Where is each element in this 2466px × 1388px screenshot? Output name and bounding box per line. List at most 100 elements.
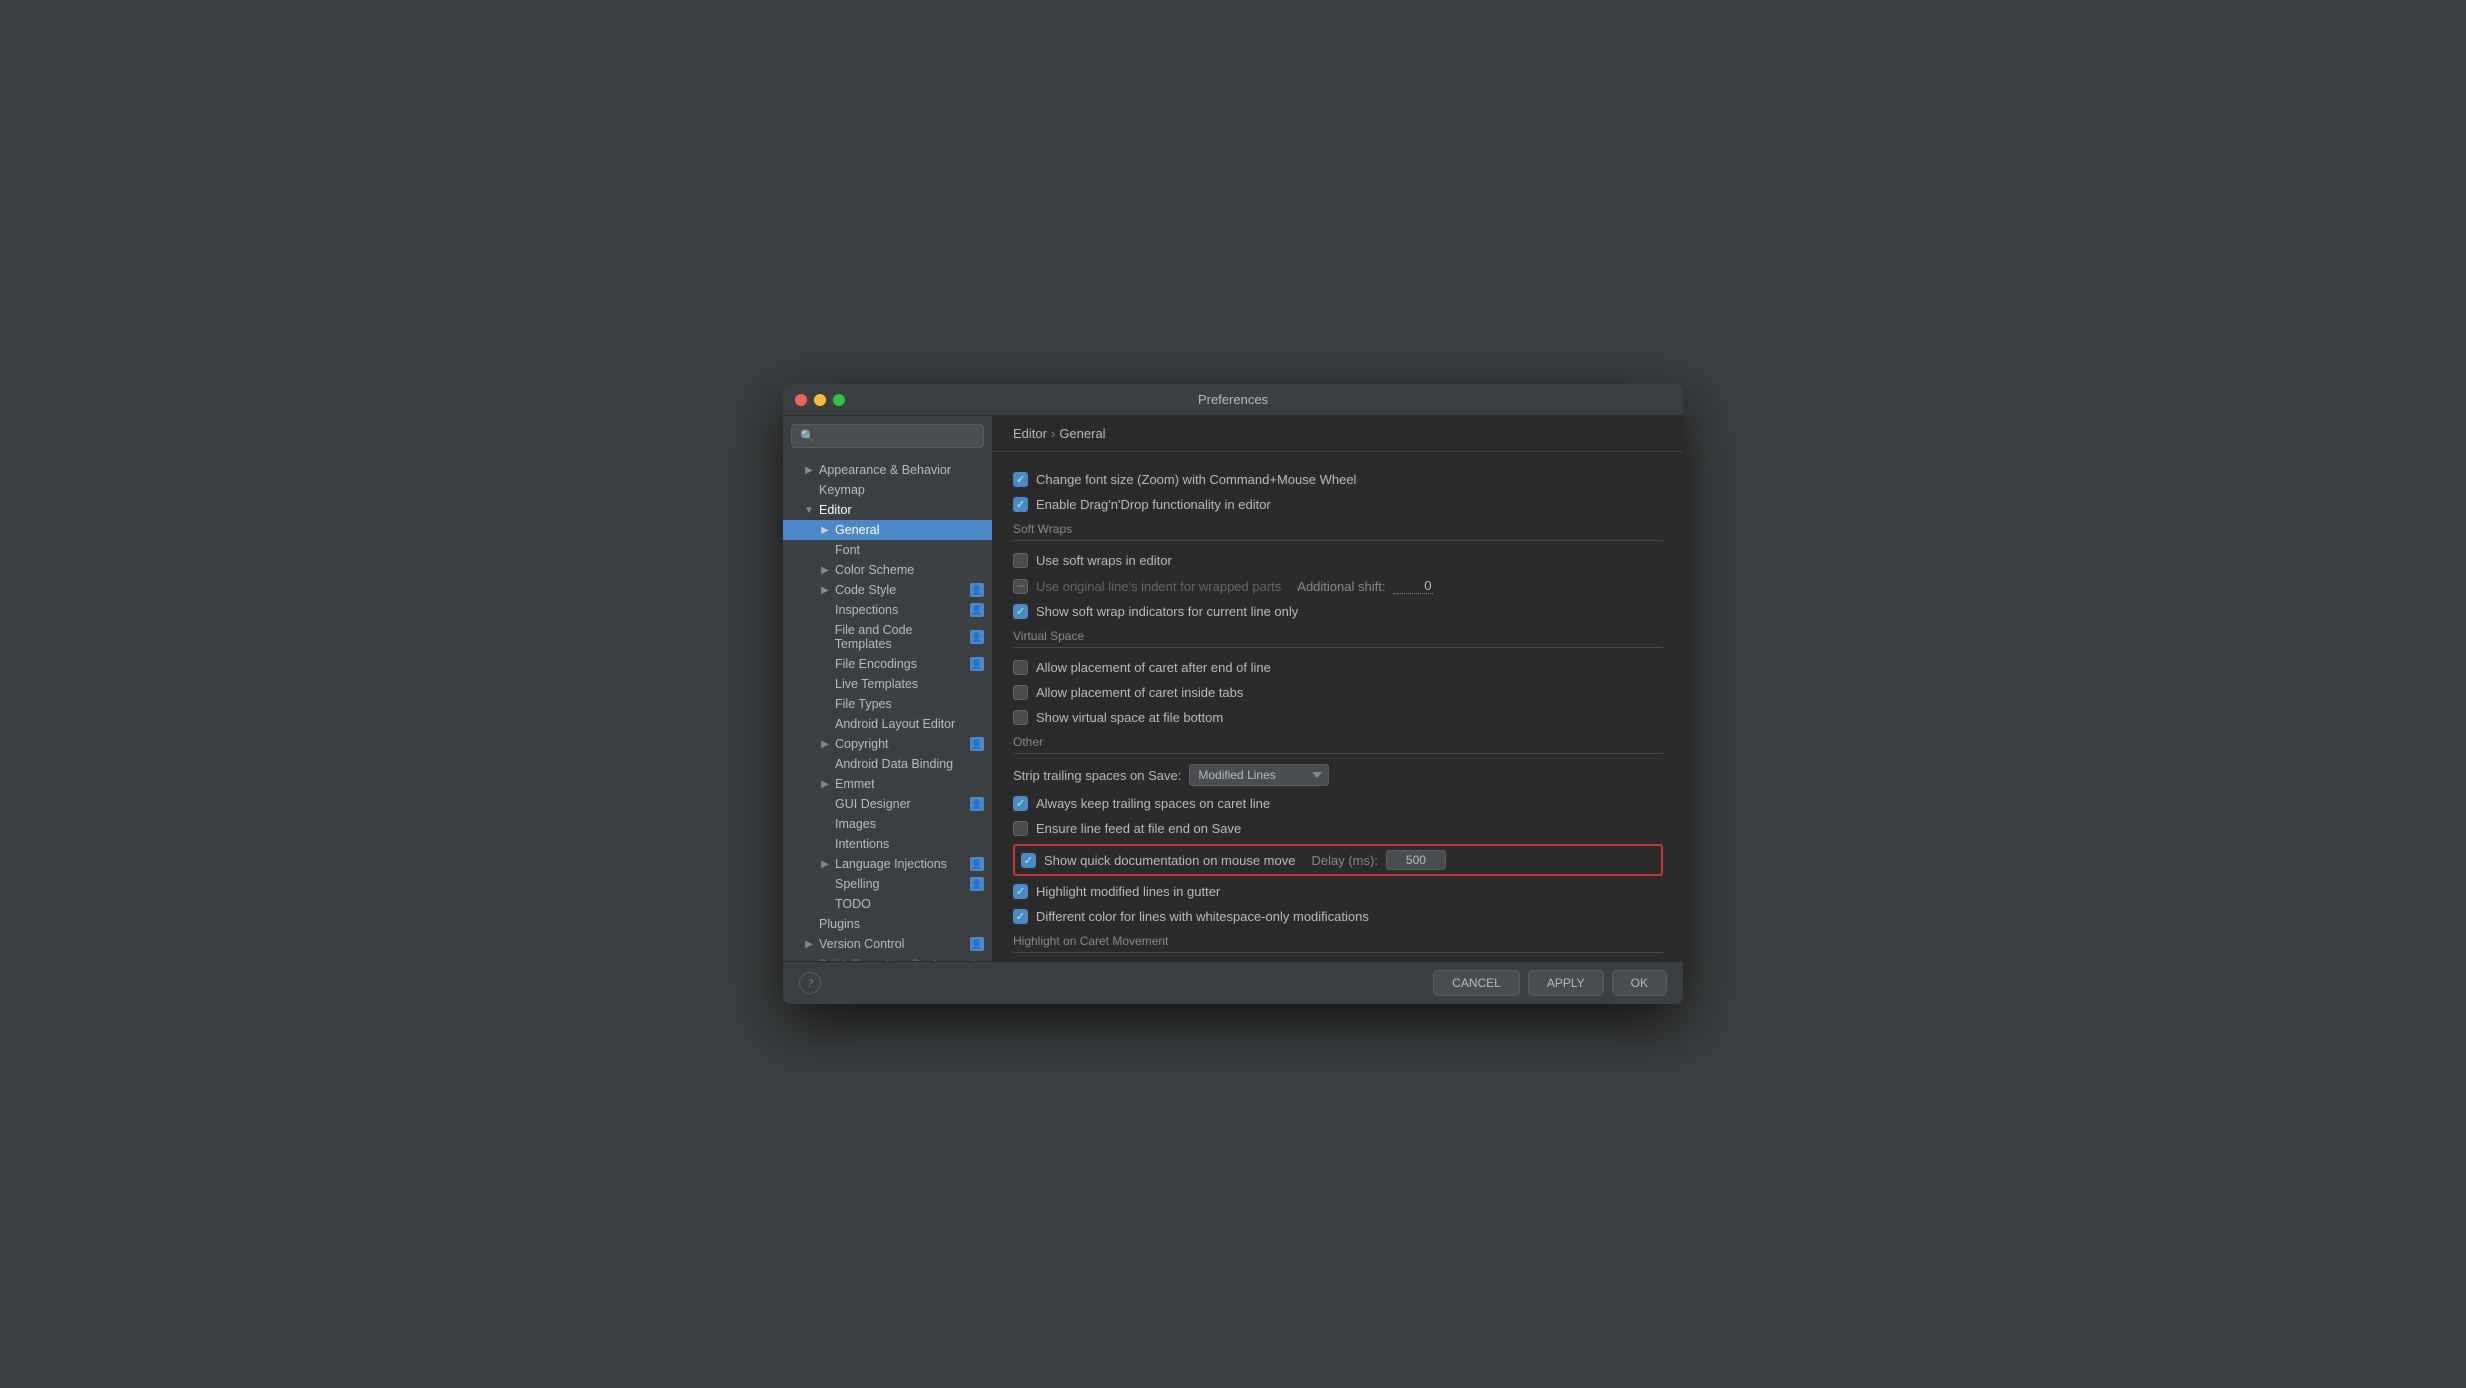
- checkbox-zoom[interactable]: [1013, 472, 1028, 487]
- sidebar-item-font[interactable]: Font: [783, 540, 992, 560]
- strip-trailing-label: Strip trailing spaces on Save:: [1013, 768, 1181, 783]
- sidebar-item-plugins[interactable]: Plugins: [783, 914, 992, 934]
- sidebar-item-label: Emmet: [835, 777, 875, 791]
- minimize-button[interactable]: [814, 394, 826, 406]
- chevron-icon: [819, 778, 831, 790]
- checkbox-caret-tabs[interactable]: [1013, 685, 1028, 700]
- maximize-button[interactable]: [833, 394, 845, 406]
- sidebar-item-emmet[interactable]: Emmet: [783, 774, 992, 794]
- strip-trailing-dropdown[interactable]: Modified Lines All None: [1189, 764, 1329, 786]
- window-title: Preferences: [1198, 392, 1268, 407]
- badge-icon: 👤: [970, 630, 984, 644]
- section-header-virtual-space: Virtual Space: [1013, 629, 1663, 648]
- delay-ms-input[interactable]: [1386, 850, 1446, 870]
- breadcrumb-parent: Editor: [1013, 426, 1047, 441]
- checkbox-row-dragndrop: Enable Drag'n'Drop functionality in edit…: [1013, 495, 1663, 514]
- footer-left: ?: [799, 972, 821, 994]
- help-button[interactable]: ?: [799, 972, 821, 994]
- checkbox-row-caret-tabs: Allow placement of caret inside tabs: [1013, 683, 1663, 702]
- sidebar-item-label: Images: [835, 817, 876, 831]
- checkbox-different-color[interactable]: [1013, 909, 1028, 924]
- sidebar-item-label: Plugins: [819, 917, 860, 931]
- sidebar-item-code-style[interactable]: Code Style 👤: [783, 580, 992, 600]
- sidebar-item-file-code-templates[interactable]: File and Code Templates 👤: [783, 620, 992, 654]
- checkbox-row-show-soft-wrap: Show soft wrap indicators for current li…: [1013, 602, 1663, 621]
- sidebar-item-version-control[interactable]: Version Control 👤: [783, 934, 992, 954]
- delay-ms-label: Delay (ms):: [1311, 853, 1377, 868]
- chevron-icon: [819, 524, 831, 536]
- checkbox-always-keep[interactable]: [1013, 796, 1028, 811]
- checkbox-original-indent[interactable]: [1013, 579, 1028, 594]
- sidebar-item-android-layout-editor[interactable]: Android Layout Editor: [783, 714, 992, 734]
- sidebar-item-images[interactable]: Images: [783, 814, 992, 834]
- sidebar-item-label: Inspections: [835, 603, 898, 617]
- sidebar-item-language-injections[interactable]: Language Injections 👤: [783, 854, 992, 874]
- sidebar-item-label: Color Scheme: [835, 563, 914, 577]
- ok-button[interactable]: OK: [1612, 970, 1667, 996]
- badge-icon: 👤: [970, 657, 984, 671]
- sidebar-item-keymap[interactable]: Keymap: [783, 480, 992, 500]
- badge-icon: 👤: [970, 603, 984, 617]
- sidebar-item-label: GUI Designer: [835, 797, 911, 811]
- sidebar-item-live-templates[interactable]: Live Templates: [783, 674, 992, 694]
- preferences-window: Preferences 🔍 Appearance & Behavior Keym…: [783, 384, 1683, 1004]
- sidebar-item-intentions[interactable]: Intentions: [783, 834, 992, 854]
- sidebar-item-label: Android Data Binding: [835, 757, 953, 771]
- sidebar-item-label: General: [835, 523, 879, 537]
- sidebar-item-editor[interactable]: Editor: [783, 500, 992, 520]
- sidebar-item-label: Android Layout Editor: [835, 717, 955, 731]
- breadcrumb: Editor › General: [993, 416, 1683, 452]
- checkbox-highlight-modified[interactable]: [1013, 884, 1028, 899]
- additional-shift-value: 0: [1393, 578, 1433, 594]
- sidebar-item-label: Editor: [819, 503, 852, 517]
- checkbox-virtual-space[interactable]: [1013, 710, 1028, 725]
- checkbox-caret-tabs-label: Allow placement of caret inside tabs: [1036, 685, 1243, 700]
- checkbox-quick-doc[interactable]: [1021, 853, 1036, 868]
- sidebar-item-build-execution[interactable]: Build, Execution, Deployment: [783, 954, 992, 961]
- sidebar-item-label: Intentions: [835, 837, 889, 851]
- checkbox-show-soft-wrap[interactable]: [1013, 604, 1028, 619]
- checkbox-caret-end[interactable]: [1013, 660, 1028, 675]
- checkbox-row-soft-wraps: Use soft wraps in editor: [1013, 551, 1663, 570]
- sidebar-item-label: Code Style: [835, 583, 896, 597]
- sidebar-item-label: Build, Execution, Deployment: [819, 957, 976, 961]
- chevron-icon: [819, 858, 831, 870]
- badge-icon: 👤: [970, 583, 984, 597]
- additional-shift-label: Additional shift:: [1297, 579, 1385, 594]
- sidebar: 🔍 Appearance & Behavior Keymap Editor: [783, 416, 993, 961]
- sidebar-item-spelling[interactable]: Spelling 👤: [783, 874, 992, 894]
- sidebar-item-file-types[interactable]: File Types: [783, 694, 992, 714]
- sidebar-item-inspections[interactable]: Inspections 👤: [783, 600, 992, 620]
- checkbox-dragndrop[interactable]: [1013, 497, 1028, 512]
- section-header-highlight-caret: Highlight on Caret Movement: [1013, 934, 1663, 953]
- strip-trailing-row: Strip trailing spaces on Save: Modified …: [1013, 764, 1663, 786]
- chevron-icon: [819, 564, 831, 576]
- section-header-soft-wraps: Soft Wraps: [1013, 522, 1663, 541]
- apply-button[interactable]: APPLY: [1528, 970, 1604, 996]
- sidebar-item-color-scheme[interactable]: Color Scheme: [783, 560, 992, 580]
- sidebar-item-label: Spelling: [835, 877, 879, 891]
- chevron-icon: [819, 584, 831, 596]
- checkbox-soft-wraps[interactable]: [1013, 553, 1028, 568]
- checkbox-row-zoom: Change font size (Zoom) with Command+Mou…: [1013, 470, 1663, 489]
- badge-icon: 👤: [970, 937, 984, 951]
- checkbox-ensure-line-feed[interactable]: [1013, 821, 1028, 836]
- sidebar-item-android-data-binding[interactable]: Android Data Binding: [783, 754, 992, 774]
- sidebar-item-file-encodings[interactable]: File Encodings 👤: [783, 654, 992, 674]
- chevron-icon: [803, 464, 815, 476]
- search-box[interactable]: 🔍: [791, 424, 984, 448]
- checkbox-row-quick-doc: Show quick documentation on mouse move D…: [1013, 844, 1663, 876]
- badge-icon: 👤: [970, 877, 984, 891]
- nav-tree: Appearance & Behavior Keymap Editor Gene…: [783, 456, 992, 961]
- close-button[interactable]: [795, 394, 807, 406]
- checkbox-caret-end-label: Allow placement of caret after end of li…: [1036, 660, 1271, 675]
- checkbox-row-original-indent: Use original line's indent for wrapped p…: [1013, 576, 1663, 596]
- cancel-button[interactable]: CANCEL: [1433, 970, 1520, 996]
- breadcrumb-separator: ›: [1051, 426, 1055, 441]
- sidebar-item-copyright[interactable]: Copyright 👤: [783, 734, 992, 754]
- section-header-other: Other: [1013, 735, 1663, 754]
- sidebar-item-todo[interactable]: TODO: [783, 894, 992, 914]
- sidebar-item-appearance[interactable]: Appearance & Behavior: [783, 460, 992, 480]
- sidebar-item-gui-designer[interactable]: GUI Designer 👤: [783, 794, 992, 814]
- sidebar-item-general[interactable]: General: [783, 520, 992, 540]
